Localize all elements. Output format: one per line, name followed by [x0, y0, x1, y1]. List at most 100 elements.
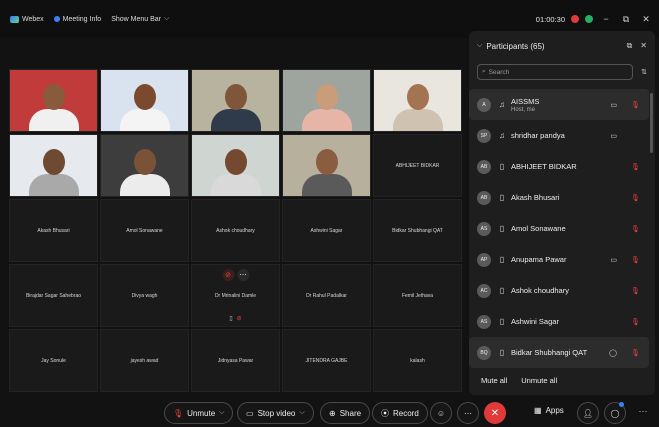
participant-video-tile[interactable]: Femil Jethava	[373, 264, 462, 327]
microphone-muted-icon[interactable]: 🎙︎	[631, 256, 640, 264]
participant-tile-name: Divya wagh	[131, 292, 158, 299]
person-silhouette-body	[210, 174, 261, 196]
audio-muted-icon[interactable]: ⊘	[222, 269, 234, 281]
participant-tile-name: jayesh awad	[130, 357, 159, 364]
more-controls-icon[interactable]: ⋯	[636, 406, 650, 417]
participant-video-tile[interactable]	[9, 134, 98, 197]
sort-icon[interactable]: ⇅	[641, 68, 647, 76]
phone-icon: ▯	[229, 316, 233, 322]
share-label: Share	[339, 408, 362, 418]
participant-video-tile[interactable]: Ashwini Sagar	[282, 199, 371, 262]
participant-tile-name: kalash	[410, 357, 425, 364]
more-options-button[interactable]: ⋯	[457, 402, 479, 424]
participant-video-feed	[101, 70, 188, 131]
participant-row[interactable]: AS ▯ Ashwini Sagar 🎙︎	[469, 306, 649, 337]
popout-panel-icon[interactable]: ⧉	[627, 41, 633, 51]
participant-video-tile[interactable]: Birajdar Sagar Sahebrao	[9, 264, 98, 327]
participant-name: Akash Bhusari	[511, 193, 560, 202]
person-silhouette-body	[210, 109, 261, 131]
participant-row[interactable]: AB ▯ ABHIJEET BIDKAR 🎙︎	[469, 151, 649, 182]
participant-video-tile[interactable]: Jay Sonule	[9, 329, 98, 392]
participant-video-tile[interactable]: ABHIJEET BIDKAR	[373, 134, 462, 197]
microphone-muted-icon[interactable]: 🎙︎	[631, 101, 640, 109]
participant-row[interactable]: AP ▯ Anupama Pawar ▭ 🎙︎	[469, 244, 649, 275]
phone-icon: ▯	[499, 317, 505, 326]
participant-row[interactable]: SP ♫ shridhar pandya ▭	[469, 120, 649, 151]
participant-video-tile[interactable]: Amol Sonawane	[100, 199, 189, 262]
show-menu-bar-label: Show Menu Bar	[111, 15, 162, 23]
leave-meeting-button[interactable]: ✕	[484, 402, 506, 424]
people-icon: 👤︎	[582, 408, 594, 418]
phone-icon: ▯	[499, 193, 505, 202]
maximize-button[interactable]: ⧉	[619, 14, 633, 25]
participant-row[interactable]: A ♫ AISSMS Host, me ▭ 🎙︎	[469, 89, 649, 120]
participant-video-tile[interactable]: Dr Rahul Padalkar	[282, 264, 371, 327]
participant-video-tile[interactable]	[191, 134, 280, 197]
notification-badge	[619, 402, 624, 407]
reactions-button[interactable]: ☺	[430, 402, 452, 424]
participant-video-tile[interactable]: Ashok choudhary	[191, 199, 280, 262]
unmute-all-button[interactable]: Unmute all	[521, 376, 557, 385]
apps-button[interactable]: ▦ Apps	[534, 406, 564, 415]
microphone-muted-icon[interactable]: 🎙︎	[631, 287, 640, 295]
participant-video-tile[interactable]	[9, 69, 98, 132]
webex-app-menu[interactable]: Webex	[10, 15, 44, 23]
video-camera-icon: ▭	[610, 256, 617, 264]
microphone-muted-icon[interactable]: 🎙︎	[631, 318, 640, 326]
close-window-button[interactable]: ✕	[639, 14, 653, 25]
participant-tile-name: Birajdar Sagar Sahebrao	[25, 292, 82, 299]
participant-video-tile[interactable]	[191, 69, 280, 132]
participant-video-tile[interactable]	[373, 69, 462, 132]
avatar: AS	[477, 221, 491, 236]
microphone-muted-icon[interactable]: 🎙︎	[631, 163, 640, 171]
participants-button[interactable]: 👤︎	[577, 402, 599, 424]
show-menu-bar-button[interactable]: Show Menu Bar ⌵	[111, 15, 169, 23]
mute-all-button[interactable]: Mute all	[481, 376, 507, 385]
participant-tile-name: ABHIJEET BIDKAR	[395, 162, 440, 169]
participant-video-tile[interactable]	[282, 134, 371, 197]
more-icon[interactable]: ⋯	[237, 269, 249, 281]
microphone-muted-icon[interactable]: 🎙︎	[631, 349, 640, 357]
participant-list-scrollbar[interactable]	[650, 93, 653, 153]
participant-name: Ashwini Sagar	[511, 317, 559, 326]
participant-search-input[interactable]: ⌕ Search	[477, 64, 634, 80]
participant-video-tile[interactable]: JITENDRA GAJBE	[282, 329, 371, 392]
avatar: AC	[477, 283, 491, 298]
share-button[interactable]: ⊕ Share	[320, 402, 371, 424]
participant-name: Amol Sonawane	[511, 224, 566, 233]
meeting-info-button[interactable]: Meeting Info	[53, 16, 101, 23]
participant-row[interactable]: AS ▯ Amol Sonawane 🎙︎	[469, 213, 649, 244]
microphone-muted-icon[interactable]: 🎙︎	[631, 225, 640, 233]
search-placeholder: Search	[488, 68, 510, 76]
search-icon: ⌕	[482, 68, 486, 75]
microphone-muted-icon[interactable]: 🎙︎	[631, 194, 640, 202]
info-icon	[53, 16, 60, 22]
participant-video-tile[interactable]	[100, 134, 189, 197]
participant-tile-name: Dr Rahul Padalkar	[306, 292, 347, 299]
participant-video-tile[interactable]: Dr Mrinalini Damle ⊘ ⋯ ▯ ⊘	[191, 264, 280, 327]
participant-video-tile[interactable]: Divya wagh	[100, 264, 189, 327]
participant-video-tile[interactable]: jayesh awad	[100, 329, 189, 392]
participant-row[interactable]: BQ ▯ Bidkar Shubhangi QAT ◯ 🎙︎	[469, 337, 649, 368]
participant-video-tile[interactable]: Bidkar Shubhangi QAT	[373, 199, 462, 262]
avatar: AP	[477, 252, 491, 267]
unmute-button[interactable]: 🎙︎ Unmute ⌵	[164, 402, 234, 424]
participant-row[interactable]: AB ▯ Akash Bhusari 🎙︎	[469, 182, 649, 213]
participant-video-tile[interactable]: kalash	[373, 329, 462, 392]
chevron-down-icon: ⌵	[164, 15, 170, 22]
phone-icon: ▯	[499, 224, 505, 233]
participant-row[interactable]: AC ▯ Ashok choudhary 🎙︎	[469, 275, 649, 306]
person-silhouette-head	[315, 84, 338, 110]
participant-video-tile[interactable]: Jidnyasa Pawar	[191, 329, 280, 392]
participant-name: Ashok choudhary	[511, 286, 569, 295]
collapse-panel-icon[interactable]: ⌵	[477, 42, 482, 50]
stop-video-button[interactable]: ▭ Stop video ⌵	[237, 402, 314, 424]
participant-video-tile[interactable]	[100, 69, 189, 132]
participant-video-tile[interactable]	[282, 69, 371, 132]
record-button[interactable]: ⦿ Record	[372, 402, 428, 424]
participant-tile-name: Jidnyasa Pawar	[217, 357, 254, 364]
minimize-button[interactable]: −	[599, 14, 613, 24]
participant-tile-name: Jay Sonule	[41, 357, 66, 364]
close-panel-icon[interactable]: ✕	[640, 41, 647, 51]
participant-video-tile[interactable]: Akash Bhusari	[9, 199, 98, 262]
